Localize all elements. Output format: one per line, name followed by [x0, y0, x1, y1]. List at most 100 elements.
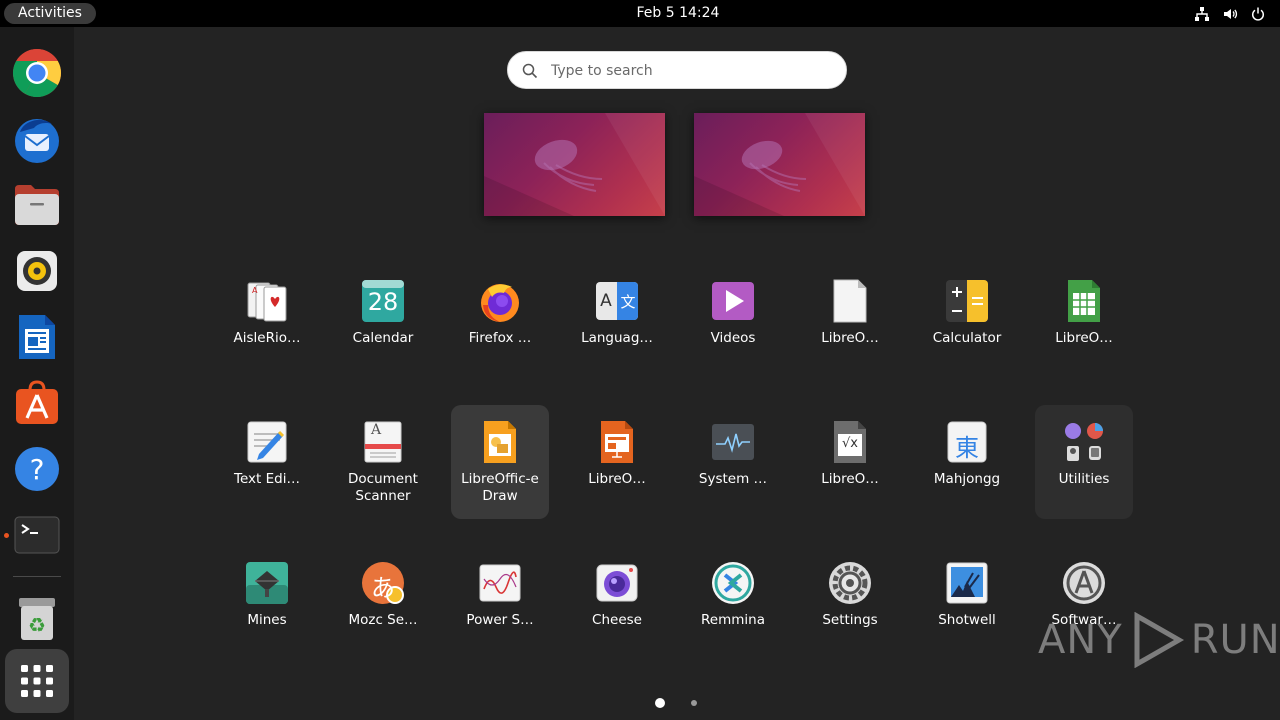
app-label: LibreO… — [821, 330, 879, 346]
svg-text:A: A — [252, 286, 258, 295]
dock-chrome[interactable] — [8, 44, 66, 102]
app-label: LibreOffic-e Draw — [461, 471, 539, 504]
app-calculator[interactable]: Calculator — [918, 264, 1016, 378]
app-mines[interactable]: Mines — [218, 546, 316, 660]
search-box[interactable] — [507, 51, 847, 90]
calculator-icon — [946, 280, 988, 322]
app-text-editor[interactable]: Text Edi… — [218, 405, 316, 519]
workspace-thumbnail-2[interactable] — [694, 113, 865, 216]
app-videos[interactable]: Videos — [684, 264, 782, 378]
app-label: LibreO… — [588, 471, 646, 487]
app-label: Calendar — [352, 330, 414, 346]
app-power-statistics[interactable]: Power S… — [451, 546, 549, 660]
svg-text:?: ? — [30, 453, 45, 486]
dock: ? ♻ — [0, 27, 74, 720]
language-glyph-b: 文 — [620, 293, 636, 311]
app-label: Remmina — [701, 612, 765, 628]
app-mozc-setup[interactable]: あ Mozc Se… — [334, 546, 432, 660]
dock-rhythmbox[interactable] — [8, 242, 66, 300]
app-label: Mines — [247, 612, 287, 628]
network-icon[interactable] — [1194, 6, 1210, 22]
app-folder-utilities[interactable]: Utilities — [1035, 405, 1133, 519]
volume-icon[interactable] — [1222, 6, 1238, 22]
app-libreoffice[interactable]: LibreO… — [801, 264, 899, 378]
system-monitor-icon — [712, 424, 754, 460]
software-updater-icon — [1063, 562, 1105, 604]
videos-icon — [712, 282, 754, 320]
cheese-icon — [596, 564, 638, 602]
rhythmbox-icon — [17, 251, 57, 291]
dock-software[interactable] — [8, 374, 66, 432]
help-icon: ? — [15, 447, 59, 491]
cards-icon: A — [247, 282, 287, 322]
dock-files[interactable] — [8, 176, 66, 234]
activities-button[interactable]: Activities — [4, 3, 96, 24]
app-label: Power S… — [466, 612, 534, 628]
app-label: Mahjongg — [933, 471, 1001, 487]
shotwell-icon — [946, 562, 988, 604]
apps-grid-icon — [21, 665, 53, 697]
power-icon[interactable] — [1250, 6, 1266, 22]
draw-icon — [484, 421, 516, 463]
dock-help[interactable]: ? — [8, 440, 66, 498]
scanner-glyph: A — [370, 422, 382, 438]
mines-icon — [246, 562, 288, 604]
dock-separator — [13, 576, 61, 577]
app-label: Mozc Se… — [348, 612, 418, 628]
firefox-icon — [481, 284, 519, 322]
dock-writer[interactable] — [8, 308, 66, 366]
app-aisleriot[interactable]: A AisleRio… — [218, 264, 316, 378]
dock-thunderbird[interactable] — [8, 110, 66, 168]
terminal-icon — [14, 516, 60, 554]
app-remmina[interactable]: Remmina — [684, 546, 782, 660]
dock-terminal[interactable] — [8, 506, 66, 564]
trash-icon: ♻ — [19, 598, 55, 640]
settings-icon — [829, 562, 871, 604]
app-libreoffice-impress[interactable]: LibreO… — [568, 405, 666, 519]
app-system-monitor[interactable]: System … — [684, 405, 782, 519]
app-libreoffice-math[interactable]: √x LibreO… — [801, 405, 899, 519]
app-settings[interactable]: Settings — [801, 546, 899, 660]
anyrun-watermark: ANY RUN — [1038, 610, 1280, 670]
app-cheese[interactable]: Cheese — [568, 546, 666, 660]
clock-area: Feb 5 14:24 — [0, 0, 1280, 27]
app-label: System … — [698, 471, 768, 487]
calendar-day: 28 — [367, 288, 399, 316]
app-calendar[interactable]: 28 Calendar — [334, 264, 432, 378]
page-indicator-2[interactable] — [691, 700, 697, 706]
system-tray[interactable] — [1194, 0, 1266, 27]
jellyfish-wallpaper-icon — [741, 140, 807, 192]
clock[interactable]: Feb 5 14:24 — [637, 5, 720, 21]
app-label: AisleRio… — [233, 330, 301, 346]
app-language[interactable]: A 文 Languag… — [568, 264, 666, 378]
app-label: Text Edi… — [234, 471, 300, 487]
show-apps-button[interactable] — [5, 649, 69, 713]
workspace-thumbnail-1[interactable] — [484, 113, 665, 216]
jellyfish-wallpaper-icon — [534, 139, 603, 192]
page-indicator-1[interactable] — [655, 698, 665, 708]
text-editor-icon — [247, 421, 287, 463]
app-libreoffice-calc[interactable]: LibreO… — [1035, 264, 1133, 378]
app-label: Settings — [822, 612, 878, 628]
search-input[interactable] — [549, 52, 833, 90]
play-logo-icon — [1134, 612, 1184, 668]
app-label: Document Scanner — [348, 471, 418, 504]
app-libreoffice-draw[interactable]: LibreOffic-e Draw — [451, 405, 549, 519]
watermark-text-left: ANY — [1038, 617, 1123, 663]
app-label: Shotwell — [938, 612, 996, 628]
utilities-folder-icon — [1065, 423, 1103, 461]
app-label: LibreO… — [1055, 330, 1113, 346]
impress-icon — [601, 421, 633, 463]
software-icon — [16, 380, 58, 424]
app-document-scanner[interactable]: A Document Scanner — [334, 405, 432, 519]
search-icon — [522, 63, 538, 79]
language-glyph-a: A — [600, 291, 612, 311]
mahjongg-glyph: 東 — [955, 434, 979, 462]
app-mahjongg[interactable]: 東 Mahjongg — [918, 405, 1016, 519]
app-label: LibreO… — [821, 471, 879, 487]
app-label: Firefox … — [468, 330, 532, 346]
chrome-icon — [12, 48, 62, 98]
dock-trash[interactable]: ♻ — [8, 590, 66, 648]
app-firefox[interactable]: Firefox … — [451, 264, 549, 378]
app-shotwell[interactable]: Shotwell — [918, 546, 1016, 660]
